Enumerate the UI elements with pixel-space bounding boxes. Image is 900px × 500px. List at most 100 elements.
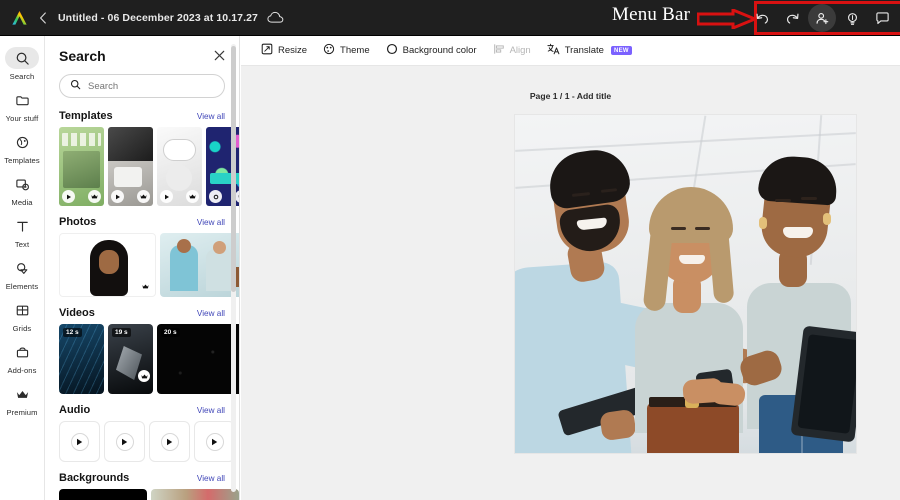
comments-button[interactable]: [868, 4, 896, 32]
view-all-templates-link[interactable]: View all: [197, 112, 225, 121]
menu-bar-annotation-label: Menu Bar: [612, 4, 691, 25]
document-canvas[interactable]: [515, 115, 856, 453]
video-card[interactable]: 12 s: [59, 324, 104, 394]
video-duration-badge: 20 s: [161, 328, 180, 337]
audio-card[interactable]: [194, 421, 235, 462]
resize-icon: [261, 43, 273, 58]
background-card[interactable]: [59, 489, 147, 500]
elements-icon: [5, 257, 39, 279]
background-color-label: Background color: [402, 45, 477, 56]
sidebar-item-grids[interactable]: Grids: [0, 296, 45, 336]
sidebar-item-label: Premium: [6, 408, 38, 417]
sidebar-item-label: Add-ons: [7, 366, 37, 375]
translate-button[interactable]: Translate NEW: [547, 43, 632, 58]
sidebar-item-text[interactable]: Text: [0, 212, 45, 252]
background-card[interactable]: [151, 489, 239, 500]
invite-button[interactable]: [808, 4, 836, 32]
audio-card[interactable]: [59, 421, 100, 462]
resize-label: Resize: [278, 45, 308, 56]
align-label: Align: [509, 45, 531, 56]
section-header-backgrounds: Backgrounds View all: [45, 462, 239, 489]
redo-icon: [786, 13, 799, 24]
undo-button[interactable]: [748, 4, 776, 32]
audio-card[interactable]: [149, 421, 190, 462]
sidebar-item-premium[interactable]: Premium: [0, 380, 45, 420]
photos-row: [45, 233, 239, 297]
media-icon: [5, 173, 39, 195]
theme-label: Theme: [340, 45, 370, 56]
text-icon: [5, 215, 39, 237]
search-input[interactable]: [88, 80, 214, 92]
play-icon[interactable]: [70, 432, 89, 451]
play-icon[interactable]: [111, 190, 124, 203]
section-title: Audio: [59, 404, 91, 416]
sidebar-item-your-stuff[interactable]: Your stuff: [0, 86, 45, 126]
sidebar-item-media[interactable]: Media: [0, 170, 45, 210]
view-all-backgrounds-link[interactable]: View all: [197, 474, 225, 483]
document-title[interactable]: Untitled - 06 December 2023 at 10.17.27: [58, 12, 258, 24]
align-icon: [493, 43, 505, 58]
page-title-label[interactable]: Page 1 / 1 - Add title: [241, 91, 900, 101]
photo-card[interactable]: [59, 233, 156, 297]
sidebar-item-add-ons[interactable]: Add-ons: [0, 338, 45, 378]
template-card[interactable]: [157, 127, 202, 206]
play-icon[interactable]: [62, 190, 75, 203]
sidebar-item-label: Grids: [12, 324, 32, 333]
search-icon: [70, 77, 81, 95]
section-title: Templates: [59, 110, 113, 122]
template-card[interactable]: [59, 127, 104, 206]
sidebar-item-label: Templates: [4, 156, 40, 165]
audio-card[interactable]: [104, 421, 145, 462]
search-panel: Search Templates View all: [45, 36, 240, 500]
template-card[interactable]: [108, 127, 153, 206]
photo-card[interactable]: [160, 233, 239, 297]
templates-icon: [5, 131, 39, 153]
background-color-button[interactable]: Background color: [386, 43, 477, 58]
sidebar-item-label: Your stuff: [5, 114, 39, 123]
panel-scrollbar[interactable]: [231, 44, 236, 492]
search-box[interactable]: [59, 74, 225, 98]
background-color-icon: [386, 43, 398, 58]
section-header-templates: Templates View all: [45, 100, 239, 127]
lightbulb-icon: [847, 12, 857, 25]
canvas-toolbar: Resize Theme Background color Align Tran…: [241, 36, 900, 66]
top-bar: Untitled - 06 December 2023 at 10.17.27 …: [0, 0, 900, 36]
close-icon[interactable]: [214, 49, 225, 63]
play-icon[interactable]: [115, 432, 134, 451]
folder-icon: [5, 89, 39, 111]
sidebar-item-elements[interactable]: Elements: [0, 254, 45, 294]
translate-icon: [547, 43, 560, 58]
video-card[interactable]: 20 s: [157, 324, 239, 394]
section-header-photos: Photos View all: [45, 206, 239, 233]
play-icon[interactable]: [209, 190, 222, 203]
premium-crown-icon: [139, 280, 151, 292]
theme-button[interactable]: Theme: [323, 43, 370, 58]
view-all-videos-link[interactable]: View all: [197, 309, 225, 318]
view-all-photos-link[interactable]: View all: [197, 218, 225, 227]
back-button[interactable]: [32, 0, 54, 36]
canvas-photo: [515, 115, 856, 453]
sidebar-item-search[interactable]: Search: [0, 44, 45, 84]
adobe-express-logo[interactable]: [6, 0, 32, 36]
backgrounds-row: [45, 489, 239, 500]
canvas-stage[interactable]: Page 1 / 1 - Add title: [241, 66, 900, 500]
video-card[interactable]: 19 s: [108, 324, 153, 394]
left-rail: Search Your stuff Templates Media Text E…: [0, 36, 45, 500]
premium-crown-icon: [138, 370, 150, 382]
play-icon[interactable]: [205, 432, 224, 451]
play-icon[interactable]: [160, 432, 179, 451]
cloud-sync-icon[interactable]: [267, 11, 285, 24]
addons-icon: [5, 341, 39, 363]
view-all-audio-link[interactable]: View all: [197, 406, 225, 415]
search-field-wrapper: [45, 70, 239, 100]
premium-crown-icon: [186, 190, 199, 203]
ideas-button[interactable]: [838, 4, 866, 32]
sidebar-item-label: Text: [14, 240, 30, 249]
sidebar-item-templates[interactable]: Templates: [0, 128, 45, 168]
resize-button[interactable]: Resize: [261, 43, 307, 58]
play-icon[interactable]: [160, 190, 173, 203]
redo-button[interactable]: [778, 4, 806, 32]
section-title: Photos: [59, 216, 97, 228]
undo-icon: [755, 13, 768, 24]
grids-icon: [5, 299, 39, 321]
